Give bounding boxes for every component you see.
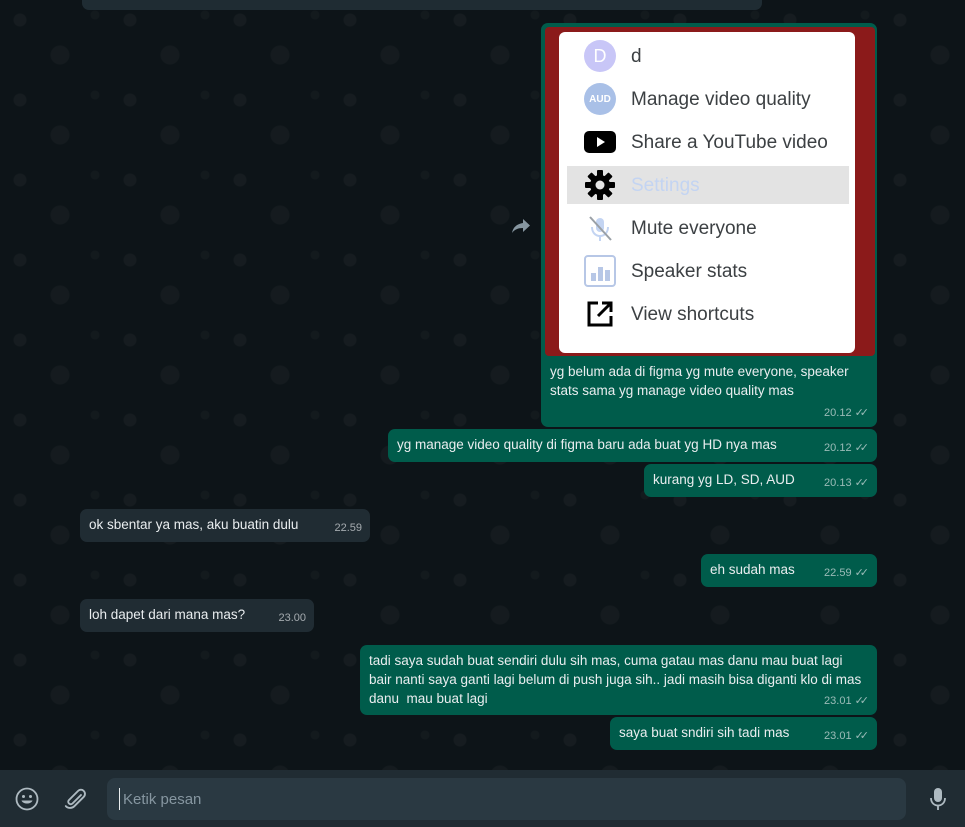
message-time: 20.12 [824,442,852,454]
external-link-icon [587,301,613,327]
menu-item-d: D d [567,37,849,75]
youtube-icon [584,131,616,153]
menu-item-view-shortcuts: View shortcuts [567,295,849,333]
menu-item-settings: Settings [567,166,849,204]
double-check-icon: ✓✓ [854,730,870,742]
voice-message-button[interactable] [925,786,951,812]
mic-off-icon [589,216,612,241]
double-check-icon: ✓✓ [854,477,870,489]
menu-item-label: Manage video quality [631,88,811,110]
menu-item-mute-everyone: Mute everyone [567,209,849,247]
menu-item-label: Speaker stats [631,260,748,282]
message-input-container [107,778,906,820]
forward-icon [512,219,530,233]
image-message[interactable]: D d AUD Manage video quality Share a You… [541,23,877,427]
message-text: ok sbentar ya mas, aku buatin dulu [89,517,299,532]
message-input[interactable] [119,788,894,810]
emoji-button[interactable] [14,786,40,812]
menu-item-share-youtube: Share a YouTube video [567,123,849,161]
message-bubble[interactable]: kurang yg LD, SD, AUD 20.13 ✓✓ [644,464,877,497]
message-meta: 23.01 ✓✓ [824,727,869,746]
emoji-icon [15,787,39,811]
paperclip-icon [64,788,86,809]
image-caption: yg belum ada di figma yg mute everyone, … [550,364,853,398]
message-bubble[interactable]: saya buat sndiri sih tadi mas 23.01 ✓✓ [610,717,877,750]
message-time: 20.13 [824,477,852,489]
message-meta: 23.01 ✓✓ [824,692,869,711]
message-meta: 20.12 ✓✓ [824,439,869,458]
message-meta: 22.59 ✓✓ [824,564,869,583]
message-text: tadi saya sudah buat sendiri dulu sih ma… [369,653,866,706]
menu-card: D d AUD Manage video quality Share a You… [559,32,855,353]
message-time: 23.01 [824,730,852,742]
message-bubble[interactable]: ok sbentar ya mas, aku buatin dulu 22.59 [80,509,370,542]
message-bubble[interactable]: yg manage video quality di figma baru ad… [388,429,877,462]
menu-item-manage-video-quality: AUD Manage video quality [567,80,849,118]
menu-item-speaker-stats: Speaker stats [567,252,849,290]
double-check-icon: ✓✓ [854,442,870,454]
message-meta: 22.59 [334,519,362,538]
message-meta: 20.12 ✓✓ [824,404,869,423]
message-meta: 23.00 [278,609,306,628]
message-text: yg manage video quality di figma baru ad… [397,437,777,452]
message-bubble[interactable]: loh dapet dari mana mas? 23.00 [80,599,314,632]
previous-message-stub [82,0,762,10]
message-time: 22.59 [824,567,852,579]
bar-chart-icon [584,255,616,287]
menu-item-label: View shortcuts [631,303,755,325]
menu-item-label: Settings [631,174,700,196]
message-composer [0,770,965,827]
avatar-d-icon: D [584,40,616,72]
screenshot-image[interactable]: D d AUD Manage video quality Share a You… [545,27,875,356]
message-meta: 20.13 ✓✓ [824,474,869,493]
double-check-icon: ✓✓ [854,567,870,579]
avatar-aud-icon: AUD [584,83,616,115]
microphone-icon [930,788,946,810]
message-text: loh dapet dari mana mas? [89,607,246,622]
message-time: 23.01 [824,695,852,707]
menu-item-label: Mute everyone [631,217,757,239]
menu-item-label: d [631,45,642,67]
message-time: 22.59 [334,522,362,534]
menu-item-label: Share a YouTube video [631,131,828,153]
message-time: 20.12 [824,407,852,419]
double-check-icon: ✓✓ [854,695,870,707]
double-check-icon: ✓✓ [854,407,870,419]
gear-icon [585,170,615,200]
attach-button[interactable] [62,786,88,812]
message-time: 23.00 [278,612,306,624]
forward-button[interactable] [508,213,534,239]
message-bubble[interactable]: eh sudah mas 22.59 ✓✓ [701,554,877,587]
message-bubble[interactable]: tadi saya sudah buat sendiri dulu sih ma… [360,645,877,715]
